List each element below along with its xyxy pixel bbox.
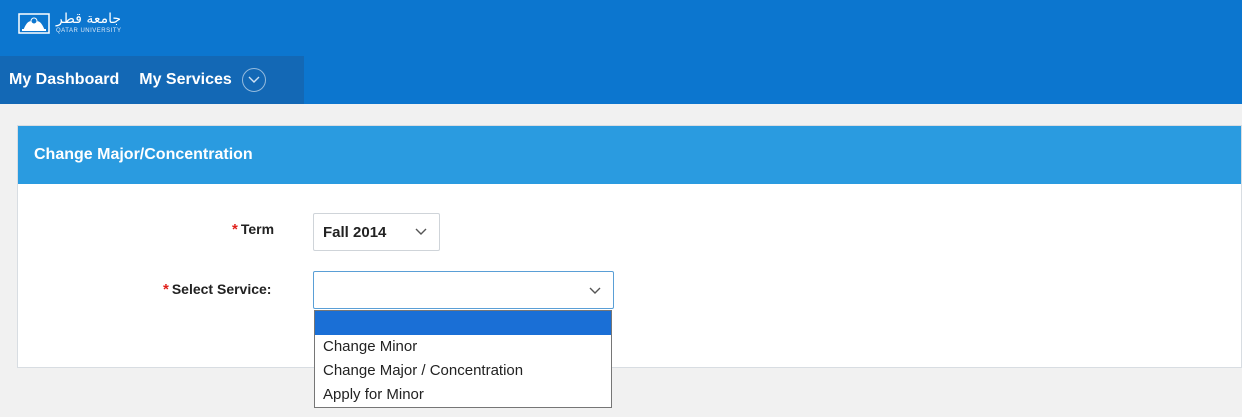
term-label: * Term [232, 221, 274, 239]
logo-english-text: QATAR UNIVERSITY [56, 28, 122, 34]
chevron-down-icon [589, 287, 601, 294]
chevron-down-icon [415, 228, 427, 235]
university-logo[interactable]: جامعة قطر QATAR UNIVERSITY [18, 10, 121, 36]
dropdown-option-change-major-concentration[interactable]: Change Major / Concentration [315, 359, 611, 383]
nav-my-dashboard[interactable]: My Dashboard [0, 71, 119, 89]
service-panel: Change Major/Concentration [17, 125, 1242, 368]
dropdown-option-blank[interactable] [315, 311, 611, 335]
required-marker: * [232, 221, 238, 238]
required-marker: * [163, 281, 169, 298]
service-select[interactable] [313, 271, 614, 309]
chevron-down-circle-icon[interactable] [241, 68, 266, 92]
service-label: * Select Service: [163, 281, 271, 299]
logo-arabic-text: جامعة قطر [56, 11, 122, 27]
qatar-university-logo-icon [18, 13, 50, 34]
term-select-value: Fall 2014 [323, 223, 387, 241]
service-label-text: Select Service: [171, 281, 272, 297]
top-header: جامعة قطر QATAR UNIVERSITY My Dashboard … [0, 0, 1242, 104]
dropdown-option-apply-for-minor[interactable]: Apply for Minor [315, 383, 611, 407]
term-label-text: Term [240, 221, 275, 237]
panel-header: Change Major/Concentration [18, 126, 1241, 184]
panel-title: Change Major/Concentration [34, 146, 253, 163]
term-select[interactable]: Fall 2014 [313, 213, 440, 251]
service-dropdown-list: Change Minor Change Major / Concentratio… [314, 310, 612, 408]
nav-my-services[interactable]: My Services [119, 71, 232, 89]
dropdown-option-change-minor[interactable]: Change Minor [315, 335, 611, 359]
main-nav: My Dashboard My Services [0, 56, 304, 104]
